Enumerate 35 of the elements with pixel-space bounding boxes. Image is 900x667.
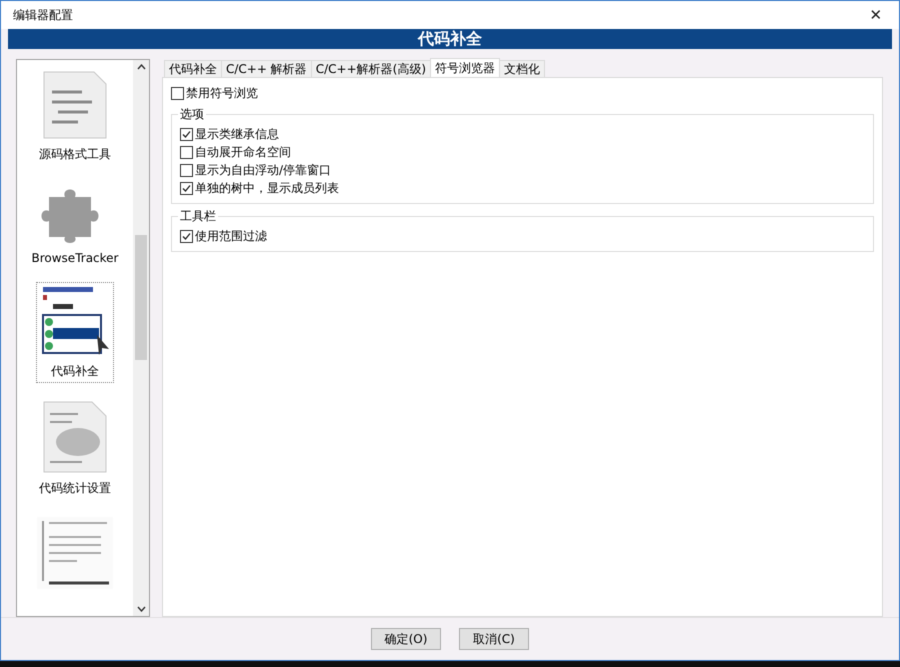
cancel-button[interactable]: 取消(C) <box>459 628 529 650</box>
sidebar-item[interactable]: 代码统计设置 <box>35 398 115 499</box>
checkbox-option[interactable]: 显示类继承信息 <box>180 125 865 143</box>
tab[interactable]: 代码补全 <box>164 60 222 77</box>
tab[interactable]: 文档化 <box>499 60 546 77</box>
close-button[interactable]: ✕ <box>861 2 891 28</box>
scroll-down-icon[interactable] <box>136 606 146 612</box>
checkbox-option[interactable]: 单独的树中，显示成员列表 <box>180 179 865 197</box>
checkbox[interactable] <box>180 128 193 140</box>
checkbox-option[interactable]: 自动展开命名空间 <box>180 143 865 161</box>
ok-button[interactable]: 确定(O) <box>371 628 441 650</box>
checkbox-option[interactable]: 禁用符号浏览 <box>171 84 874 102</box>
window-title: 编辑器配置 <box>13 6 73 24</box>
header-title: 代码补全 <box>418 28 482 50</box>
code-completion-icon <box>39 285 111 357</box>
sidebar-item[interactable]: BrowseTracker <box>28 181 122 267</box>
checkbox[interactable] <box>180 164 193 176</box>
scrollbar[interactable] <box>133 60 149 616</box>
group-title: 选项 <box>179 106 205 123</box>
group-title: 工具栏 <box>179 208 217 225</box>
checkbox[interactable] <box>180 230 193 242</box>
sidebar-item[interactable]: 源码格式工具 <box>35 68 115 165</box>
checkbox-option[interactable]: 显示为自由浮动/停靠窗口 <box>180 161 865 179</box>
scroll-up-icon[interactable] <box>136 64 146 70</box>
tab[interactable]: C/C++解析器(高级) <box>310 60 432 77</box>
document-icon <box>42 70 108 140</box>
scroll-thumb[interactable] <box>135 235 147 360</box>
checkbox-option[interactable]: 使用范围过滤 <box>180 227 865 245</box>
checkbox[interactable] <box>180 182 193 194</box>
tab[interactable]: C/C++ 解析器 <box>221 60 312 77</box>
document-icon <box>42 400 108 474</box>
checkbox[interactable] <box>171 86 184 100</box>
checkbox[interactable] <box>180 146 193 158</box>
sidebar-item[interactable]: 代码补全 <box>37 283 113 382</box>
tab[interactable]: 符号浏览器 <box>430 58 500 77</box>
